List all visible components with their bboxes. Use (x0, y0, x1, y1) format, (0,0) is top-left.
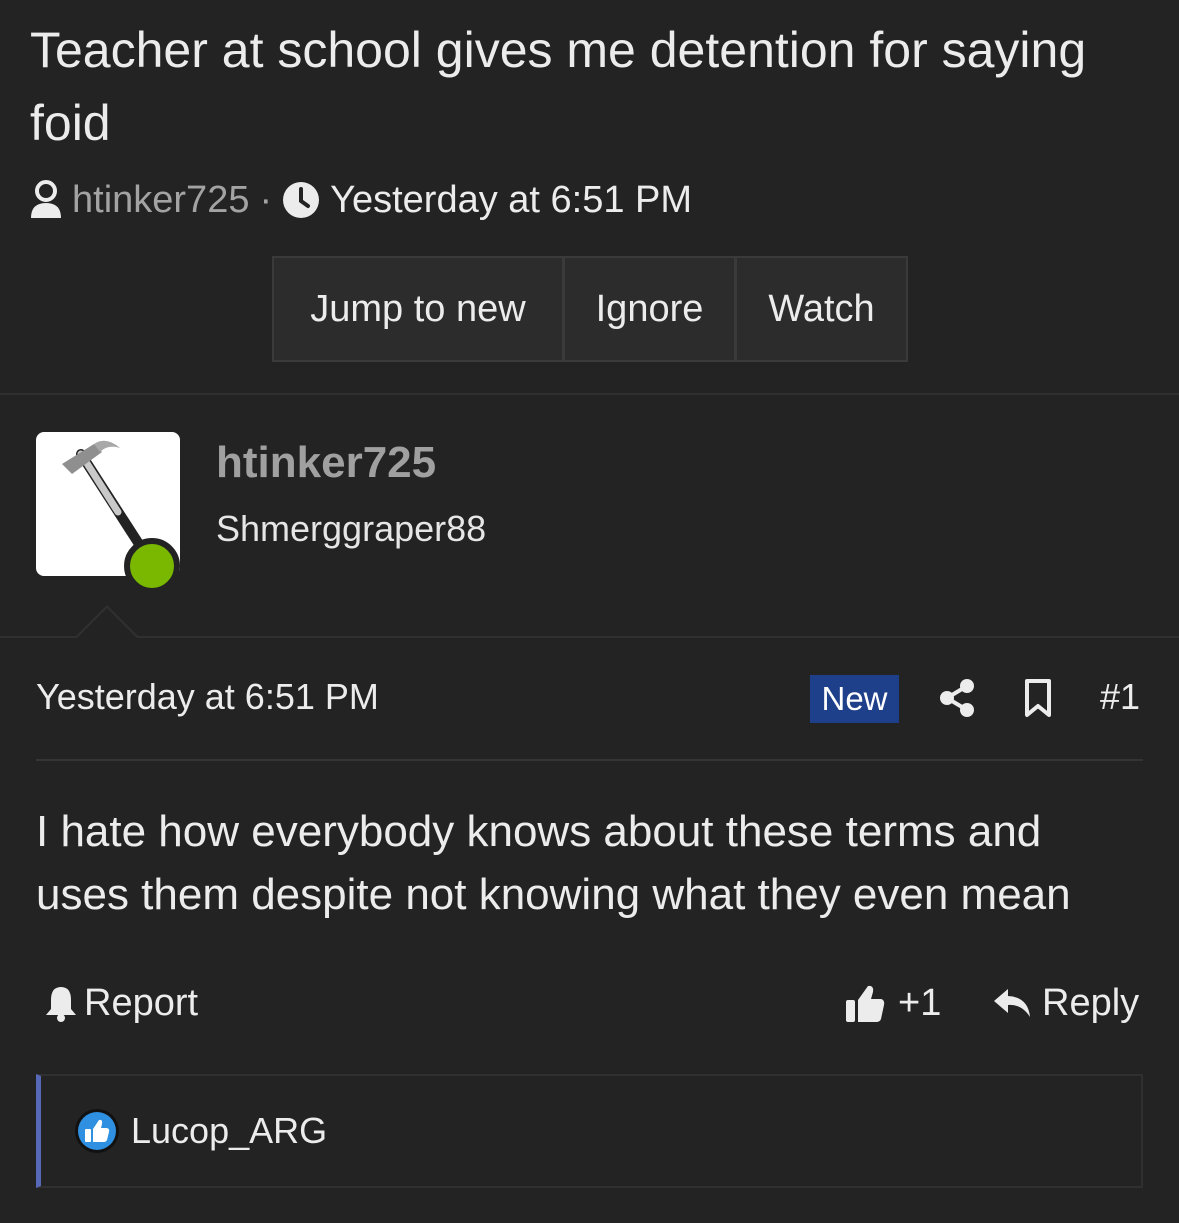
post-divider (36, 759, 1143, 761)
report-label: Report (84, 981, 199, 1024)
meta-separator: · (259, 178, 273, 221)
header-divider (0, 393, 1179, 395)
reply-label: Reply (1042, 981, 1140, 1024)
thumbs-up-icon (846, 985, 885, 1022)
thread-date-link[interactable]: Yesterday at 6:51 PM (330, 179, 692, 222)
bookmark-icon[interactable] (1022, 678, 1054, 718)
like-button[interactable]: +1 (844, 978, 941, 1028)
online-status-indicator (124, 538, 180, 594)
thread-meta: htinker725 · Yesterday at 6:51 PM (28, 172, 692, 228)
user-icon (31, 180, 61, 218)
reply-button[interactable]: Reply (992, 978, 1139, 1028)
watch-button[interactable]: Watch (734, 258, 906, 360)
thread-author-link[interactable]: htinker725 (72, 179, 249, 222)
bell-icon (46, 987, 76, 1022)
new-badge: New (810, 675, 899, 723)
user-title: Shmerggraper88 (216, 508, 487, 549)
like-count: +1 (898, 981, 942, 1024)
like-reaction-icon (75, 1109, 119, 1153)
post-username[interactable]: htinker725 (216, 438, 436, 488)
report-button[interactable]: Report (44, 978, 198, 1028)
reaction-user-link[interactable]: Lucop_ARG (131, 1110, 327, 1152)
post-arrow-inner (76, 608, 138, 639)
thread-actions: Jump to new Ignore Watch (272, 256, 908, 362)
reactions-bar[interactable]: Lucop_ARG (36, 1074, 1143, 1188)
clock-icon (283, 182, 320, 218)
ignore-button[interactable]: Ignore (562, 258, 734, 360)
thread-title: Teacher at school gives me detention for… (30, 22, 1087, 151)
post-number-link[interactable]: #1 (1100, 676, 1140, 718)
post-body: I hate how everybody knows about these t… (36, 807, 1071, 919)
post-date-link[interactable]: Yesterday at 6:51 PM (36, 676, 379, 718)
jump-to-new-button[interactable]: Jump to new (274, 258, 562, 360)
reply-icon (994, 989, 1030, 1017)
share-icon[interactable] (938, 678, 976, 718)
